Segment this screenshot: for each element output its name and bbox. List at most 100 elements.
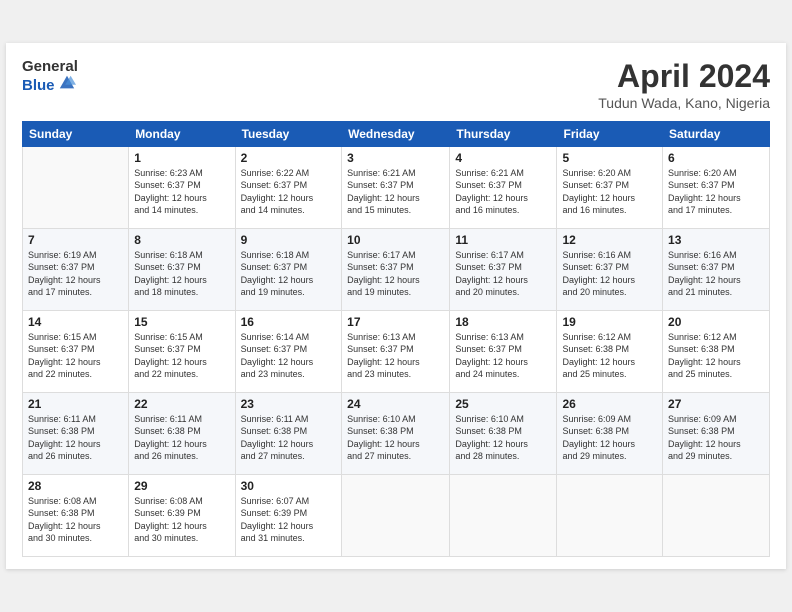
day-cell: 20 Sunrise: 6:12 AM Sunset: 6:38 PM Dayli… xyxy=(663,310,770,392)
day-number: 21 xyxy=(28,397,123,411)
day-cell xyxy=(342,474,450,556)
day-info: Sunrise: 6:15 AM Sunset: 6:37 PM Dayligh… xyxy=(28,331,123,381)
day-number: 3 xyxy=(347,151,444,165)
day-cell: 2Sunrise: 6:22 AM Sunset: 6:37 PM Daylig… xyxy=(235,146,342,228)
day-number: 10 xyxy=(347,233,444,247)
day-cell: 22 Sunrise: 6:11 AM Sunset: 6:38 PM Dayli… xyxy=(129,392,235,474)
day-info: Sunrise: 6:20 AM Sunset: 6:37 PM Dayligh… xyxy=(562,167,657,217)
day-cell: 19Sunrise: 6:12 AM Sunset: 6:38 PM Dayli… xyxy=(557,310,663,392)
day-cell: 9 Sunrise: 6:18 AM Sunset: 6:37 PM Daylig… xyxy=(235,228,342,310)
day-info: Sunrise: 6:10 AM Sunset: 6:38 PM Dayligh… xyxy=(347,413,444,463)
day-cell: 27Sunrise: 6:09 AM Sunset: 6:38 PM Dayli… xyxy=(663,392,770,474)
day-info: Sunrise: 6:12 AM Sunset: 6:38 PM Dayligh… xyxy=(562,331,657,381)
day-number: 27 xyxy=(668,397,764,411)
day-number: 22 xyxy=(134,397,229,411)
day-number: 30 xyxy=(241,479,337,493)
day-cell: 12 Sunrise: 6:16 AM Sunset: 6:37 PM Dayli… xyxy=(557,228,663,310)
day-cell: 18 Sunrise: 6:13 AM Sunset: 6:37 PM Dayli… xyxy=(450,310,557,392)
day-number: 24 xyxy=(347,397,444,411)
title-area: April 2024 Tudun Wada, Kano, Nigeria xyxy=(598,59,770,110)
day-cell: 30 Sunrise: 6:07 AM Sunset: 6:39 PM Dayli… xyxy=(235,474,342,556)
day-info: Sunrise: 6:12 AM Sunset: 6:38 PM Dayligh… xyxy=(668,331,764,381)
day-info: Sunrise: 6:19 AM Sunset: 6:37 PM Dayligh… xyxy=(28,249,123,299)
day-number: 14 xyxy=(28,315,123,329)
day-info: Sunrise: 6:11 AM Sunset: 6:38 PM Dayligh… xyxy=(241,413,337,463)
day-number: 23 xyxy=(241,397,337,411)
day-info: Sunrise: 6:13 AM Sunset: 6:37 PM Dayligh… xyxy=(455,331,551,381)
day-info: Sunrise: 6:21 AM Sunset: 6:37 PM Dayligh… xyxy=(347,167,444,217)
day-info: Sunrise: 6:11 AM Sunset: 6:38 PM Dayligh… xyxy=(134,413,229,463)
day-cell: 16Sunrise: 6:14 AM Sunset: 6:37 PM Dayli… xyxy=(235,310,342,392)
day-cell: 29Sunrise: 6:08 AM Sunset: 6:39 PM Dayli… xyxy=(129,474,235,556)
day-number: 8 xyxy=(134,233,229,247)
day-info: Sunrise: 6:09 AM Sunset: 6:38 PM Dayligh… xyxy=(562,413,657,463)
day-number: 15 xyxy=(134,315,229,329)
day-info: Sunrise: 6:15 AM Sunset: 6:37 PM Dayligh… xyxy=(134,331,229,381)
week-row-2: 14 Sunrise: 6:15 AM Sunset: 6:37 PM Dayli… xyxy=(23,310,770,392)
day-info: Sunrise: 6:13 AM Sunset: 6:37 PM Dayligh… xyxy=(347,331,444,381)
day-number: 26 xyxy=(562,397,657,411)
col-header-saturday: Saturday xyxy=(663,121,770,146)
day-number: 18 xyxy=(455,315,551,329)
day-number: 1 xyxy=(134,151,229,165)
day-info: Sunrise: 6:17 AM Sunset: 6:37 PM Dayligh… xyxy=(455,249,551,299)
col-header-tuesday: Tuesday xyxy=(235,121,342,146)
col-header-wednesday: Wednesday xyxy=(342,121,450,146)
day-number: 17 xyxy=(347,315,444,329)
calendar-container: General Blue April 2024 Tudun Wada, Kano… xyxy=(6,43,786,568)
day-cell: 10 Sunrise: 6:17 AM Sunset: 6:37 PM Dayli… xyxy=(342,228,450,310)
col-header-sunday: Sunday xyxy=(23,121,129,146)
day-cell: 11 Sunrise: 6:17 AM Sunset: 6:37 PM Dayli… xyxy=(450,228,557,310)
day-info: Sunrise: 6:10 AM Sunset: 6:38 PM Dayligh… xyxy=(455,413,551,463)
day-info: Sunrise: 6:11 AM Sunset: 6:38 PM Dayligh… xyxy=(28,413,123,463)
week-row-3: 21 Sunrise: 6:11 AM Sunset: 6:38 PM Dayli… xyxy=(23,392,770,474)
logo-icon xyxy=(58,74,76,97)
logo-blue: Blue xyxy=(22,78,55,95)
day-cell: 3 Sunrise: 6:21 AM Sunset: 6:37 PM Daylig… xyxy=(342,146,450,228)
day-number: 20 xyxy=(668,315,764,329)
day-cell: 21 Sunrise: 6:11 AM Sunset: 6:38 PM Dayli… xyxy=(23,392,129,474)
day-number: 12 xyxy=(562,233,657,247)
day-cell: 7 Sunrise: 6:19 AM Sunset: 6:37 PM Daylig… xyxy=(23,228,129,310)
day-cell xyxy=(23,146,129,228)
day-number: 9 xyxy=(241,233,337,247)
day-cell: 8 Sunrise: 6:18 AM Sunset: 6:37 PM Daylig… xyxy=(129,228,235,310)
day-cell: 14 Sunrise: 6:15 AM Sunset: 6:37 PM Dayli… xyxy=(23,310,129,392)
day-cell: 1 Sunrise: 6:23 AM Sunset: 6:37 PM Daylig… xyxy=(129,146,235,228)
day-cell: 15 Sunrise: 6:15 AM Sunset: 6:37 PM Dayli… xyxy=(129,310,235,392)
day-info: Sunrise: 6:17 AM Sunset: 6:37 PM Dayligh… xyxy=(347,249,444,299)
day-info: Sunrise: 6:21 AM Sunset: 6:37 PM Dayligh… xyxy=(455,167,551,217)
day-info: Sunrise: 6:08 AM Sunset: 6:38 PM Dayligh… xyxy=(28,495,123,545)
day-info: Sunrise: 6:07 AM Sunset: 6:39 PM Dayligh… xyxy=(241,495,337,545)
logo-area: General Blue xyxy=(22,59,78,96)
month-title: April 2024 xyxy=(598,59,770,94)
day-number: 5 xyxy=(562,151,657,165)
day-info: Sunrise: 6:16 AM Sunset: 6:37 PM Dayligh… xyxy=(668,249,764,299)
day-number: 16 xyxy=(241,315,337,329)
day-info: Sunrise: 6:20 AM Sunset: 6:37 PM Dayligh… xyxy=(668,167,764,217)
calendar-table: SundayMondayTuesdayWednesdayThursdayFrid… xyxy=(22,121,770,557)
week-row-4: 28Sunrise: 6:08 AM Sunset: 6:38 PM Dayli… xyxy=(23,474,770,556)
day-cell: 26 Sunrise: 6:09 AM Sunset: 6:38 PM Dayli… xyxy=(557,392,663,474)
day-number: 7 xyxy=(28,233,123,247)
day-cell xyxy=(663,474,770,556)
col-header-thursday: Thursday xyxy=(450,121,557,146)
day-cell xyxy=(557,474,663,556)
col-header-friday: Friday xyxy=(557,121,663,146)
day-number: 11 xyxy=(455,233,551,247)
week-row-0: 1 Sunrise: 6:23 AM Sunset: 6:37 PM Daylig… xyxy=(23,146,770,228)
day-cell: 28Sunrise: 6:08 AM Sunset: 6:38 PM Dayli… xyxy=(23,474,129,556)
day-info: Sunrise: 6:23 AM Sunset: 6:37 PM Dayligh… xyxy=(134,167,229,217)
day-info: Sunrise: 6:18 AM Sunset: 6:37 PM Dayligh… xyxy=(134,249,229,299)
day-info: Sunrise: 6:16 AM Sunset: 6:37 PM Dayligh… xyxy=(562,249,657,299)
day-cell: 13Sunrise: 6:16 AM Sunset: 6:37 PM Dayli… xyxy=(663,228,770,310)
location-subtitle: Tudun Wada, Kano, Nigeria xyxy=(598,95,770,111)
day-info: Sunrise: 6:18 AM Sunset: 6:37 PM Dayligh… xyxy=(241,249,337,299)
day-cell xyxy=(450,474,557,556)
day-number: 2 xyxy=(241,151,337,165)
day-number: 4 xyxy=(455,151,551,165)
day-cell: 17 Sunrise: 6:13 AM Sunset: 6:37 PM Dayli… xyxy=(342,310,450,392)
day-cell: 5 Sunrise: 6:20 AM Sunset: 6:37 PM Daylig… xyxy=(557,146,663,228)
day-cell: 23 Sunrise: 6:11 AM Sunset: 6:38 PM Dayli… xyxy=(235,392,342,474)
header-row: SundayMondayTuesdayWednesdayThursdayFrid… xyxy=(23,121,770,146)
